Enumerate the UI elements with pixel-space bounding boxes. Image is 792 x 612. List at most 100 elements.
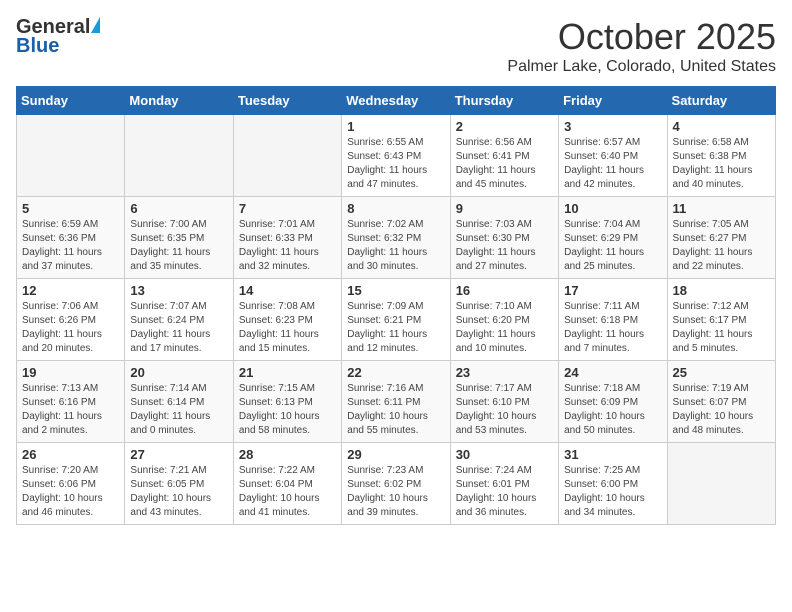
day-header-monday: Monday [125,87,233,115]
cell-content: Sunrise: 7:04 AMSunset: 6:29 PMDaylight:… [564,218,661,274]
day-number: 13 [130,283,227,298]
day-header-wednesday: Wednesday [342,87,450,115]
day-number: 29 [347,447,444,462]
calendar-cell [667,443,775,525]
day-number: 21 [239,365,336,380]
calendar-cell: 14 Sunrise: 7:08 AMSunset: 6:23 PMDayligh… [233,279,341,361]
calendar-cell: 20 Sunrise: 7:14 AMSunset: 6:14 PMDayligh… [125,361,233,443]
cell-content: Sunrise: 7:13 AMSunset: 6:16 PMDaylight:… [22,382,119,438]
day-number: 12 [22,283,119,298]
cell-content: Sunrise: 7:00 AMSunset: 6:35 PMDaylight:… [130,218,227,274]
week-row-3: 12Sunrise: 7:06 AMSunset: 6:26 PMDayligh… [17,279,776,361]
week-row-4: 19 Sunrise: 7:13 AMSunset: 6:16 PMDayligh… [17,361,776,443]
logo: General Blue [16,16,100,58]
day-number: 17 [564,283,661,298]
cell-content: Sunrise: 6:58 AMSunset: 6:38 PMDaylight:… [673,136,770,192]
week-row-5: 26 Sunrise: 7:20 AMSunset: 6:06 PMDayligh… [17,443,776,525]
day-number: 23 [456,365,553,380]
day-number: 9 [456,201,553,216]
day-header-tuesday: Tuesday [233,87,341,115]
calendar-cell: 22Sunrise: 7:16 AMSunset: 6:11 PMDayligh… [342,361,450,443]
day-number: 7 [239,201,336,216]
day-number: 8 [347,201,444,216]
cell-content: Sunrise: 6:57 AMSunset: 6:40 PMDaylight:… [564,136,661,192]
calendar-cell: 25 Sunrise: 7:19 AMSunset: 6:07 PMDayligh… [667,361,775,443]
cell-content: Sunrise: 7:22 AMSunset: 6:04 PMDaylight:… [239,464,336,520]
calendar-cell: 10Sunrise: 7:04 AMSunset: 6:29 PMDayligh… [559,197,667,279]
day-number: 14 [239,283,336,298]
title-area: October 2025 Palmer Lake, Colorado, Unit… [507,16,776,76]
calendar-cell: 16Sunrise: 7:10 AMSunset: 6:20 PMDayligh… [450,279,558,361]
cell-content: Sunrise: 6:56 AMSunset: 6:41 PMDaylight:… [456,136,553,192]
calendar-cell: 3 Sunrise: 6:57 AMSunset: 6:40 PMDaylight… [559,115,667,197]
calendar-cell [17,115,125,197]
cell-content: Sunrise: 7:23 AMSunset: 6:02 PMDaylight:… [347,464,444,520]
cell-content: Sunrise: 7:14 AMSunset: 6:14 PMDaylight:… [130,382,227,438]
day-number: 26 [22,447,119,462]
cell-content: Sunrise: 7:09 AMSunset: 6:21 PMDaylight:… [347,300,444,356]
cell-content: Sunrise: 7:17 AMSunset: 6:10 PMDaylight:… [456,382,553,438]
calendar-cell: 8Sunrise: 7:02 AMSunset: 6:32 PMDaylight… [342,197,450,279]
calendar-cell: 23 Sunrise: 7:17 AMSunset: 6:10 PMDayligh… [450,361,558,443]
cell-content: Sunrise: 7:24 AMSunset: 6:01 PMDaylight:… [456,464,553,520]
calendar-table: SundayMondayTuesdayWednesdayThursdayFrid… [16,86,776,525]
day-header-thursday: Thursday [450,87,558,115]
day-header-saturday: Saturday [667,87,775,115]
calendar-cell: 7Sunrise: 7:01 AMSunset: 6:33 PMDaylight… [233,197,341,279]
day-number: 20 [130,365,227,380]
calendar-cell: 6 Sunrise: 7:00 AMSunset: 6:35 PMDaylight… [125,197,233,279]
cell-content: Sunrise: 7:05 AMSunset: 6:27 PMDaylight:… [673,218,770,274]
day-number: 15 [347,283,444,298]
calendar-cell: 24 Sunrise: 7:18 AMSunset: 6:09 PMDayligh… [559,361,667,443]
day-number: 18 [673,283,770,298]
day-number: 11 [673,201,770,216]
day-number: 24 [564,365,661,380]
day-number: 5 [22,201,119,216]
logo-blue-text: Blue [16,35,59,58]
day-header-friday: Friday [559,87,667,115]
calendar-cell: 21 Sunrise: 7:15 AMSunset: 6:13 PMDayligh… [233,361,341,443]
cell-content: Sunrise: 7:08 AMSunset: 6:23 PMDaylight:… [239,300,336,356]
cell-content: Sunrise: 7:25 AMSunset: 6:00 PMDaylight:… [564,464,661,520]
day-number: 31 [564,447,661,462]
calendar-cell: 29 Sunrise: 7:23 AMSunset: 6:02 PMDayligh… [342,443,450,525]
calendar-cell: 2 Sunrise: 6:56 AMSunset: 6:41 PMDaylight… [450,115,558,197]
cell-content: Sunrise: 7:15 AMSunset: 6:13 PMDaylight:… [239,382,336,438]
calendar-cell: 19 Sunrise: 7:13 AMSunset: 6:16 PMDayligh… [17,361,125,443]
calendar-cell: 27Sunrise: 7:21 AMSunset: 6:05 PMDayligh… [125,443,233,525]
cell-content: Sunrise: 7:18 AMSunset: 6:09 PMDaylight:… [564,382,661,438]
week-row-2: 5 Sunrise: 6:59 AMSunset: 6:36 PMDaylight… [17,197,776,279]
day-number: 16 [456,283,553,298]
day-number: 4 [673,119,770,134]
calendar-cell: 30 Sunrise: 7:24 AMSunset: 6:01 PMDayligh… [450,443,558,525]
day-number: 6 [130,201,227,216]
location-title: Palmer Lake, Colorado, United States [507,58,776,76]
logo-icon [91,17,100,33]
calendar-cell: 31 Sunrise: 7:25 AMSunset: 6:00 PMDayligh… [559,443,667,525]
calendar-cell: 12Sunrise: 7:06 AMSunset: 6:26 PMDayligh… [17,279,125,361]
cell-content: Sunrise: 7:03 AMSunset: 6:30 PMDaylight:… [456,218,553,274]
cell-content: Sunrise: 6:59 AMSunset: 6:36 PMDaylight:… [22,218,119,274]
day-number: 25 [673,365,770,380]
cell-content: Sunrise: 7:07 AMSunset: 6:24 PMDaylight:… [130,300,227,356]
calendar-cell: 9 Sunrise: 7:03 AMSunset: 6:30 PMDaylight… [450,197,558,279]
calendar-cell: 1Sunrise: 6:55 AMSunset: 6:43 PMDaylight… [342,115,450,197]
header-row: SundayMondayTuesdayWednesdayThursdayFrid… [17,87,776,115]
day-number: 30 [456,447,553,462]
cell-content: Sunrise: 6:55 AMSunset: 6:43 PMDaylight:… [347,136,444,192]
day-number: 3 [564,119,661,134]
cell-content: Sunrise: 7:19 AMSunset: 6:07 PMDaylight:… [673,382,770,438]
header: General Blue October 2025 Palmer Lake, C… [16,16,776,76]
calendar-cell: 18Sunrise: 7:12 AMSunset: 6:17 PMDayligh… [667,279,775,361]
day-header-sunday: Sunday [17,87,125,115]
day-number: 19 [22,365,119,380]
cell-content: Sunrise: 7:20 AMSunset: 6:06 PMDaylight:… [22,464,119,520]
day-number: 2 [456,119,553,134]
calendar-cell: 11 Sunrise: 7:05 AMSunset: 6:27 PMDayligh… [667,197,775,279]
calendar-cell: 5 Sunrise: 6:59 AMSunset: 6:36 PMDaylight… [17,197,125,279]
day-number: 28 [239,447,336,462]
day-number: 22 [347,365,444,380]
calendar-cell: 17Sunrise: 7:11 AMSunset: 6:18 PMDayligh… [559,279,667,361]
calendar-cell: 4 Sunrise: 6:58 AMSunset: 6:38 PMDaylight… [667,115,775,197]
month-title: October 2025 [507,16,776,58]
